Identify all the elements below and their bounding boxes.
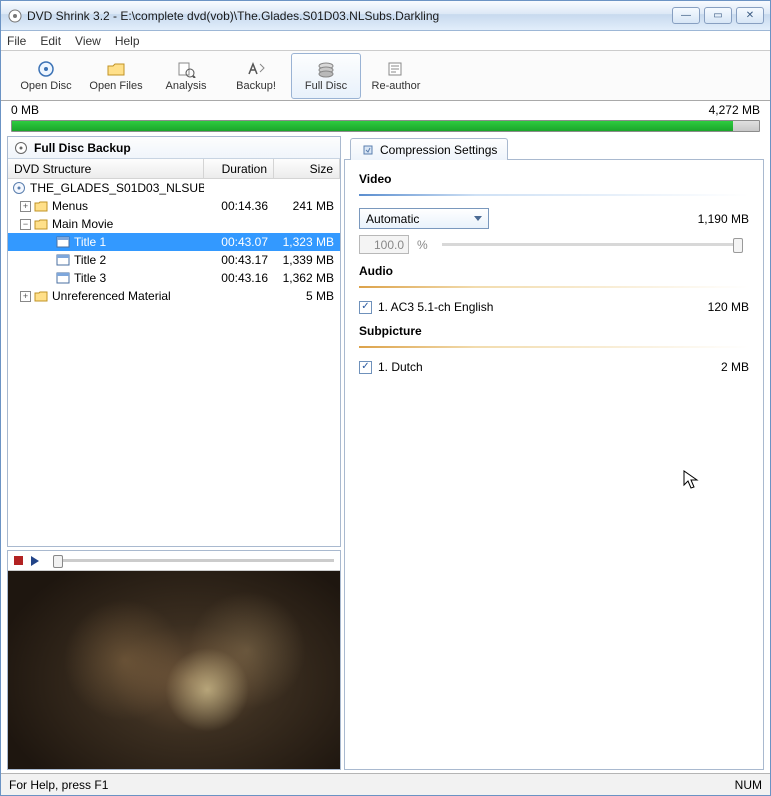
- close-button[interactable]: ✕: [736, 7, 764, 24]
- status-help: For Help, press F1: [9, 778, 108, 792]
- menu-edit[interactable]: Edit: [40, 34, 61, 48]
- reauthor-button[interactable]: Re-author: [361, 53, 431, 99]
- app-icon: [7, 8, 23, 24]
- tree[interactable]: THE_GLADES_S01D03_NLSUBS + Menus 00:14.3…: [8, 179, 340, 305]
- menu-help[interactable]: Help: [115, 34, 140, 48]
- play-button[interactable]: [31, 556, 39, 566]
- tree-row-mainmovie[interactable]: − Main Movie: [8, 215, 340, 233]
- stop-button[interactable]: [14, 556, 23, 565]
- folder-icon: [34, 290, 48, 302]
- tree-row-unref[interactable]: + Unreferenced Material 5 MB: [8, 287, 340, 305]
- video-preview: [8, 571, 340, 769]
- menu-file[interactable]: File: [7, 34, 26, 48]
- toolbar: Open Disc Open Files Analysis Backup! Fu…: [1, 51, 770, 101]
- chevron-down-icon: [474, 216, 482, 221]
- window-title: DVD Shrink 3.2 - E:\complete dvd(vob)\Th…: [27, 9, 439, 23]
- backup-icon: [246, 60, 266, 78]
- title-icon: [56, 254, 70, 266]
- audio-heading: Audio: [359, 264, 749, 278]
- reauthor-icon: [386, 60, 406, 78]
- folder-icon: [34, 218, 48, 230]
- analysis-icon: [176, 60, 196, 78]
- checkbox-checked-icon[interactable]: ✓: [359, 301, 372, 314]
- titlebar[interactable]: DVD Shrink 3.2 - E:\complete dvd(vob)\Th…: [1, 1, 770, 31]
- capacity-bar: [11, 120, 760, 132]
- subpicture-size: 2 MB: [669, 360, 749, 374]
- size-left: 0 MB: [11, 103, 39, 117]
- structure-panel: Full Disc Backup DVD Structure Duration …: [7, 136, 341, 547]
- maximize-button[interactable]: ▭: [704, 7, 732, 24]
- tree-header: DVD Structure Duration Size: [8, 159, 340, 179]
- subpicture-label: 1. Dutch: [378, 360, 423, 374]
- settings-panel: Video Automatic 1,190 MB 100.0 % Audio ✓…: [344, 159, 764, 770]
- collapse-icon[interactable]: −: [20, 219, 31, 230]
- disc-icon: [36, 60, 56, 78]
- expand-icon[interactable]: +: [20, 291, 31, 302]
- compression-mode-select[interactable]: Automatic: [359, 208, 489, 229]
- tree-row-title3[interactable]: Title 3 00:43.16 1,362 MB: [8, 269, 340, 287]
- checkbox-checked-icon[interactable]: ✓: [359, 361, 372, 374]
- tree-row-root[interactable]: THE_GLADES_S01D03_NLSUBS: [8, 179, 340, 197]
- audio-size: 120 MB: [669, 300, 749, 314]
- tab-compression-settings[interactable]: Compression Settings: [350, 138, 508, 160]
- col-duration[interactable]: Duration: [204, 159, 274, 178]
- audio-track-label: 1. AC3 5.1-ch English: [378, 300, 493, 314]
- col-structure[interactable]: DVD Structure: [8, 159, 204, 178]
- panel-title: Full Disc Backup: [34, 141, 131, 155]
- minimize-button[interactable]: —: [672, 7, 700, 24]
- open-files-button[interactable]: Open Files: [81, 53, 151, 99]
- folder-icon: [34, 200, 48, 212]
- folder-open-icon: [106, 60, 126, 78]
- preview-slider[interactable]: [53, 559, 334, 562]
- compression-pct: 100.0: [359, 235, 409, 254]
- disc-icon: [14, 141, 28, 155]
- expand-icon[interactable]: +: [20, 201, 31, 212]
- menu-view[interactable]: View: [75, 34, 101, 48]
- video-heading: Video: [359, 172, 749, 186]
- disc-icon: [12, 181, 26, 195]
- tree-row-title2[interactable]: Title 2 00:43.17 1,339 MB: [8, 251, 340, 269]
- subpicture-row[interactable]: ✓ 1. Dutch 2 MB: [359, 360, 749, 374]
- statusbar: For Help, press F1 NUM: [1, 773, 770, 795]
- full-disc-button[interactable]: Full Disc: [291, 53, 361, 99]
- full-disc-icon: [316, 60, 336, 78]
- size-bar-labels: 0 MB 4,272 MB: [1, 101, 770, 119]
- analysis-button[interactable]: Analysis: [151, 53, 221, 99]
- preview-panel: [7, 550, 341, 770]
- status-num: NUM: [735, 778, 762, 792]
- open-disc-button[interactable]: Open Disc: [11, 53, 81, 99]
- audio-track-row[interactable]: ✓ 1. AC3 5.1-ch English 120 MB: [359, 300, 749, 314]
- size-right: 4,272 MB: [709, 103, 760, 117]
- backup-button[interactable]: Backup!: [221, 53, 291, 99]
- subpicture-heading: Subpicture: [359, 324, 749, 338]
- col-size[interactable]: Size: [274, 159, 340, 178]
- compression-slider[interactable]: [442, 243, 743, 246]
- tree-row-title1[interactable]: Title 1 00:43.07 1,323 MB: [8, 233, 340, 251]
- menubar: File Edit View Help: [1, 31, 770, 51]
- video-size: 1,190 MB: [669, 212, 749, 226]
- tree-row-menus[interactable]: + Menus 00:14.36 241 MB: [8, 197, 340, 215]
- compression-icon: [361, 143, 375, 157]
- title-icon: [56, 272, 70, 284]
- title-icon: [56, 236, 70, 248]
